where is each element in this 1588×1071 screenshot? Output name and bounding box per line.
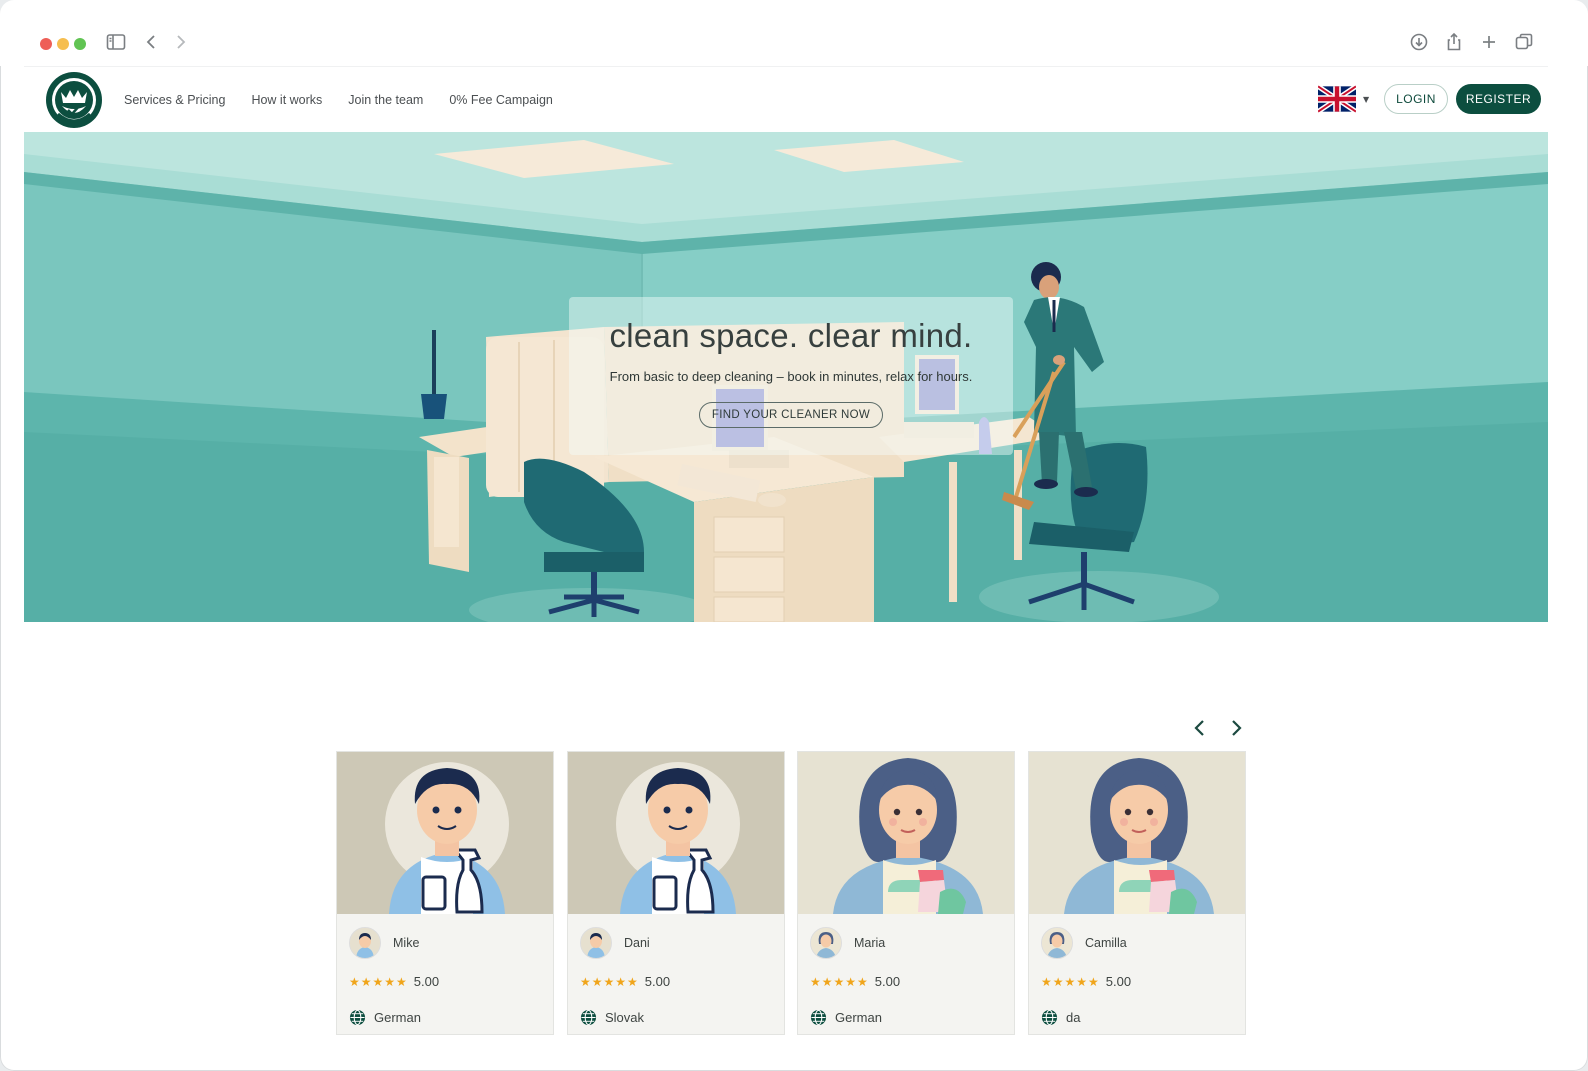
cleaner-header: Dani	[580, 927, 650, 959]
rating-value: 5.00	[874, 974, 901, 989]
cleaner-name: Mike	[393, 936, 420, 950]
globe-icon	[580, 1009, 597, 1026]
cleaner-name: Maria	[854, 936, 886, 950]
login-button[interactable]: LOGIN	[1384, 84, 1448, 114]
cleaner-language: Slovak	[580, 1009, 644, 1026]
cleaner-header: Camilla	[1041, 927, 1127, 959]
cleaner-header: Mike	[349, 927, 419, 959]
brand-logo[interactable]	[44, 70, 104, 130]
cleaner-card[interactable]: Dani ★★★★★ 5.00 Slovak	[567, 751, 785, 1035]
download-icon[interactable]	[1407, 30, 1431, 54]
cleaner-language: German	[349, 1009, 421, 1026]
cleaner-photo	[798, 752, 1014, 914]
site-header: Services & Pricing How it works Join the…	[24, 66, 1548, 133]
cleaner-photo	[337, 752, 553, 914]
browser-window: Services & Pricing How it works Join the…	[0, 0, 1588, 1071]
cleaner-photo	[568, 752, 784, 914]
cleaner-rating: ★★★★★ 5.00	[580, 974, 670, 989]
cleaner-name: Camilla	[1085, 936, 1127, 950]
rating-value: 5.00	[1105, 974, 1132, 989]
cleaner-rating: ★★★★★ 5.00	[810, 974, 900, 989]
cleaner-card[interactable]: Camilla ★★★★★ 5.00 da	[1028, 751, 1246, 1035]
hero-section: clean space. clear mind. From basic to d…	[24, 132, 1548, 622]
sidebar-icon[interactable]	[104, 30, 128, 54]
carousel-prev-icon[interactable]	[1190, 716, 1210, 740]
main-nav: Services & Pricing How it works Join the…	[124, 67, 553, 133]
avatar	[1041, 927, 1073, 959]
star-rating-icon: ★★★★★	[349, 974, 408, 989]
uk-flag-icon[interactable]	[1318, 84, 1356, 114]
hero-subtitle: From basic to deep cleaning – book in mi…	[609, 369, 973, 384]
rating-value: 5.00	[413, 974, 440, 989]
browser-toolbar	[0, 0, 1588, 66]
forward-icon[interactable]	[168, 30, 192, 54]
hero-text-panel: clean space. clear mind. From basic to d…	[569, 297, 1013, 455]
avatar	[810, 927, 842, 959]
star-rating-icon: ★★★★★	[580, 974, 639, 989]
language-label: German	[835, 1010, 882, 1025]
language-label: da	[1066, 1010, 1081, 1025]
globe-icon	[810, 1009, 827, 1026]
cleaner-rating: ★★★★★ 5.00	[1041, 974, 1131, 989]
nav-join-the-team[interactable]: Join the team	[348, 93, 423, 107]
find-cleaner-button[interactable]: FIND YOUR CLEANER NOW	[698, 402, 884, 428]
register-button[interactable]: REGISTER	[1456, 84, 1541, 114]
cleaner-photo	[1029, 752, 1245, 914]
back-icon[interactable]	[140, 30, 164, 54]
new-tab-icon[interactable]	[1477, 30, 1501, 54]
tabs-overview-icon[interactable]	[1512, 30, 1536, 54]
star-rating-icon: ★★★★★	[810, 974, 869, 989]
nav-how-it-works[interactable]: How it works	[251, 93, 322, 107]
globe-icon	[349, 1009, 366, 1026]
language-dropdown-icon[interactable]: ▼	[1363, 95, 1369, 104]
carousel-next-icon[interactable]	[1226, 716, 1246, 740]
language-label: Slovak	[605, 1010, 645, 1025]
hero-title: clean space. clear mind.	[609, 317, 973, 354]
avatar	[349, 927, 381, 959]
avatar	[580, 927, 612, 959]
share-icon[interactable]	[1442, 30, 1466, 54]
language-label: German	[374, 1010, 421, 1025]
star-rating-icon: ★★★★★	[1041, 974, 1100, 989]
cleaner-rating: ★★★★★ 5.00	[349, 974, 439, 989]
cleaner-card[interactable]: Mike ★★★★★ 5.00 German	[336, 751, 554, 1035]
cleaner-language: da	[1041, 1009, 1080, 1026]
cleaner-name: Dani	[624, 936, 650, 950]
cleaner-header: Maria	[810, 927, 885, 959]
rating-value: 5.00	[644, 974, 671, 989]
close-window-button[interactable]	[40, 38, 52, 50]
maximize-window-button[interactable]	[74, 38, 86, 50]
nav-services-pricing[interactable]: Services & Pricing	[124, 93, 225, 107]
minimize-window-button[interactable]	[57, 38, 69, 50]
nav-fee-campaign[interactable]: 0% Fee Campaign	[449, 93, 553, 107]
cleaner-language: German	[810, 1009, 882, 1026]
globe-icon	[1041, 1009, 1058, 1026]
cleaner-card[interactable]: Maria ★★★★★ 5.00 German	[797, 751, 1015, 1035]
